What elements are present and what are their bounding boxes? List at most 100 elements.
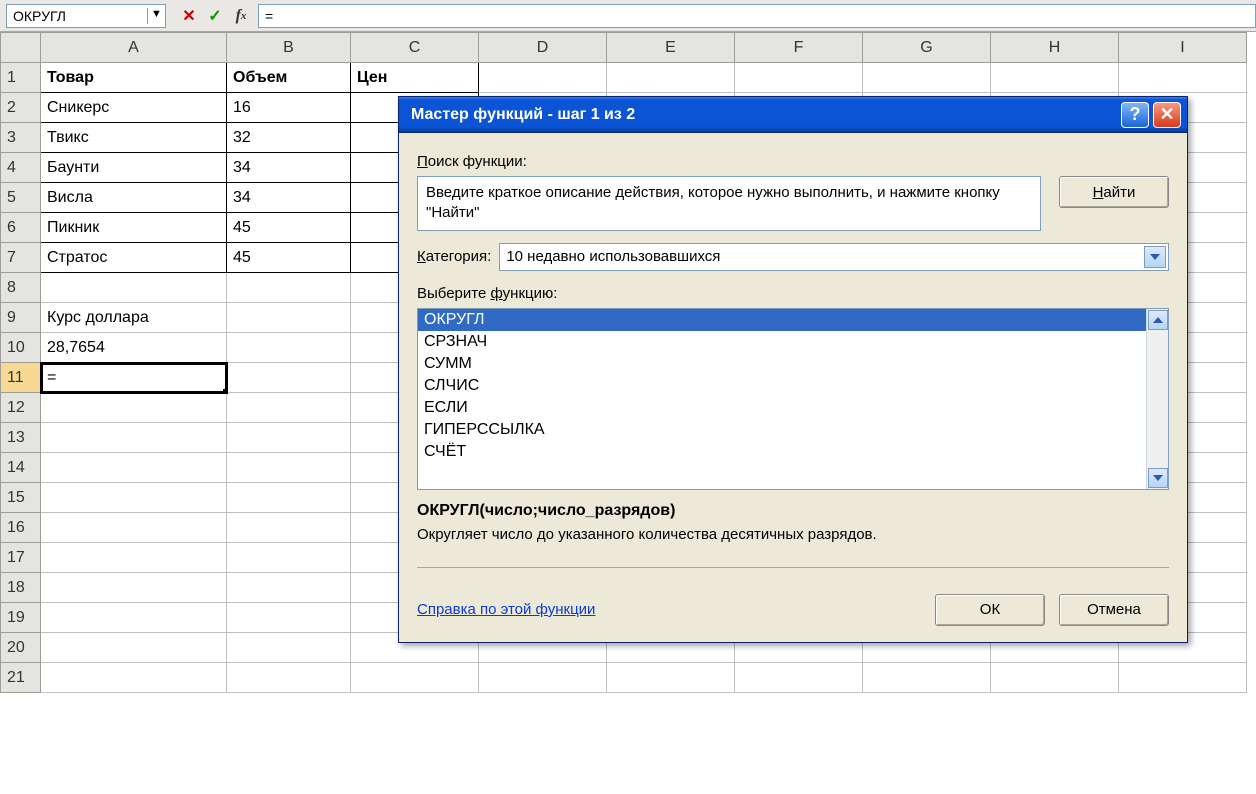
cell[interactable] xyxy=(227,423,351,453)
cell[interactable]: Стратос xyxy=(41,243,227,273)
row-header[interactable]: 20 xyxy=(1,633,41,663)
cell[interactable] xyxy=(1119,63,1247,93)
cell[interactable]: 34 xyxy=(227,153,351,183)
column-header-A[interactable]: A xyxy=(41,33,227,63)
cell[interactable] xyxy=(41,423,227,453)
cell[interactable] xyxy=(227,663,351,693)
row-header[interactable]: 3 xyxy=(1,123,41,153)
cell[interactable] xyxy=(227,483,351,513)
cancel-button[interactable]: Отмена xyxy=(1059,594,1169,626)
cell[interactable] xyxy=(41,513,227,543)
formula-input[interactable]: = xyxy=(258,4,1256,28)
row-header[interactable]: 18 xyxy=(1,573,41,603)
accept-icon[interactable]: ✓ xyxy=(202,4,228,28)
function-item[interactable]: СУММ xyxy=(418,353,1146,375)
cell[interactable] xyxy=(41,483,227,513)
cell[interactable] xyxy=(41,543,227,573)
row-header[interactable]: 10 xyxy=(1,333,41,363)
cell[interactable]: 28,7654 xyxy=(41,333,227,363)
row-header[interactable]: 13 xyxy=(1,423,41,453)
cell[interactable] xyxy=(735,63,863,93)
row-header[interactable]: 19 xyxy=(1,603,41,633)
row-header[interactable]: 6 xyxy=(1,213,41,243)
cell[interactable] xyxy=(479,663,607,693)
cell[interactable] xyxy=(863,63,991,93)
close-icon[interactable]: ✕ xyxy=(1153,102,1181,128)
column-header-E[interactable]: E xyxy=(607,33,735,63)
function-item[interactable]: СРЗНАЧ xyxy=(418,331,1146,353)
dialog-titlebar[interactable]: Мастер функций - шаг 1 из 2 ? ✕ xyxy=(399,97,1187,133)
function-item[interactable]: ГИПЕРССЫЛКА xyxy=(418,419,1146,441)
fill-handle[interactable] xyxy=(223,389,227,393)
chevron-down-icon[interactable] xyxy=(1144,246,1166,268)
cell[interactable]: Товар xyxy=(41,63,227,93)
cell[interactable] xyxy=(607,63,735,93)
cell[interactable] xyxy=(863,663,991,693)
column-header-I[interactable]: I xyxy=(1119,33,1247,63)
cell[interactable]: Твикс xyxy=(41,123,227,153)
cell[interactable] xyxy=(227,513,351,543)
row-header[interactable]: 15 xyxy=(1,483,41,513)
cell[interactable] xyxy=(227,573,351,603)
cell[interactable] xyxy=(41,273,227,303)
row-header[interactable]: 1 xyxy=(1,63,41,93)
column-header-F[interactable]: F xyxy=(735,33,863,63)
cell[interactable] xyxy=(227,393,351,423)
column-header-D[interactable]: D xyxy=(479,33,607,63)
cell[interactable]: 45 xyxy=(227,213,351,243)
cell[interactable]: 45 xyxy=(227,243,351,273)
cell[interactable] xyxy=(227,633,351,663)
cell[interactable] xyxy=(479,63,607,93)
find-button[interactable]: Найти xyxy=(1059,176,1169,208)
cell[interactable] xyxy=(41,573,227,603)
scrollbar[interactable] xyxy=(1146,309,1168,489)
category-select[interactable]: 10 недавно использовавшихся xyxy=(499,243,1169,271)
cell[interactable]: 34 xyxy=(227,183,351,213)
cell[interactable]: Баунти xyxy=(41,153,227,183)
function-item[interactable]: СЧЁТ xyxy=(418,441,1146,463)
row-header[interactable]: 2 xyxy=(1,93,41,123)
row-header[interactable]: 5 xyxy=(1,183,41,213)
cell[interactable]: Висла xyxy=(41,183,227,213)
function-item[interactable]: ЕСЛИ xyxy=(418,397,1146,419)
cell[interactable] xyxy=(227,333,351,363)
cell[interactable] xyxy=(227,453,351,483)
select-all-corner[interactable] xyxy=(1,33,41,63)
ok-button[interactable]: ОК xyxy=(935,594,1045,626)
search-input[interactable]: Введите краткое описание действия, котор… xyxy=(417,176,1041,231)
cell[interactable]: Пикник xyxy=(41,213,227,243)
cell[interactable] xyxy=(227,303,351,333)
cell[interactable]: Курс доллара xyxy=(41,303,227,333)
scroll-up-icon[interactable] xyxy=(1148,310,1168,330)
cell[interactable]: Объем xyxy=(227,63,351,93)
row-header[interactable]: 7 xyxy=(1,243,41,273)
cell[interactable] xyxy=(735,663,863,693)
row-header[interactable]: 21 xyxy=(1,663,41,693)
row-header[interactable]: 9 xyxy=(1,303,41,333)
row-header[interactable]: 11 xyxy=(1,363,41,393)
cell[interactable] xyxy=(1119,663,1247,693)
cell[interactable] xyxy=(41,663,227,693)
cell[interactable] xyxy=(41,603,227,633)
row-header[interactable]: 16 xyxy=(1,513,41,543)
column-header-G[interactable]: G xyxy=(863,33,991,63)
cell[interactable]: Цен xyxy=(351,63,479,93)
help-icon[interactable]: ? xyxy=(1121,102,1149,128)
cell[interactable] xyxy=(991,63,1119,93)
cell[interactable] xyxy=(351,663,479,693)
cell[interactable]: = xyxy=(41,363,227,393)
name-box-dropdown-icon[interactable]: ▼ xyxy=(147,8,163,24)
cell[interactable] xyxy=(227,603,351,633)
cell[interactable] xyxy=(227,273,351,303)
cell[interactable] xyxy=(227,363,351,393)
insert-function-icon[interactable]: fx xyxy=(228,4,254,28)
cell[interactable]: 32 xyxy=(227,123,351,153)
cancel-icon[interactable]: ✕ xyxy=(176,4,202,28)
cell[interactable] xyxy=(41,453,227,483)
function-item[interactable]: ОКРУГЛ xyxy=(418,309,1146,331)
cell[interactable] xyxy=(227,543,351,573)
function-list[interactable]: ОКРУГЛСРЗНАЧСУММСЛЧИСЕСЛИГИПЕРССЫЛКАСЧЁТ xyxy=(418,309,1146,489)
cell[interactable] xyxy=(41,633,227,663)
row-header[interactable]: 17 xyxy=(1,543,41,573)
cell[interactable] xyxy=(41,393,227,423)
